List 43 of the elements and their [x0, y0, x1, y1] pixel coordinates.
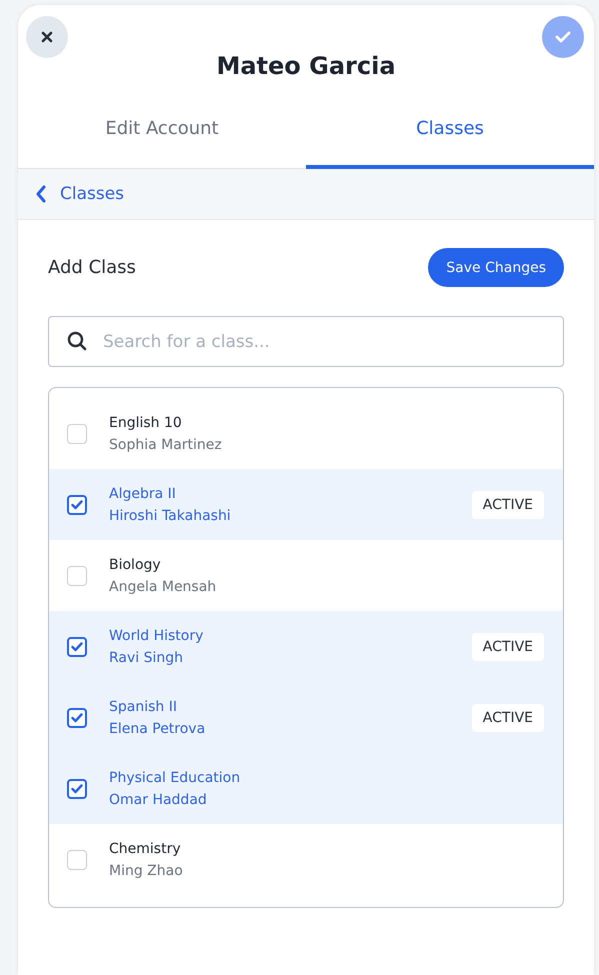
back-chevron-icon[interactable]	[35, 185, 46, 203]
checkmark-icon	[71, 642, 83, 652]
section-title: Add Class	[48, 257, 136, 278]
class-row[interactable]: Chemistry Ming Zhao	[49, 824, 563, 895]
class-row[interactable]: English 10 Sophia Martinez	[49, 398, 563, 469]
checkmark-icon	[71, 500, 83, 510]
close-icon	[41, 31, 53, 43]
back-link[interactable]: Classes	[60, 184, 124, 204]
class-name: Chemistry	[109, 840, 182, 856]
checkbox[interactable]	[67, 494, 87, 514]
class-name: Algebra II	[109, 486, 177, 502]
checkmark-icon	[71, 712, 83, 722]
teacher-name: Hiroshi Takahashi	[109, 508, 232, 524]
search-icon	[67, 331, 87, 351]
account-name-title: Mateo Garcia	[215, 52, 397, 80]
teacher-name: Ravi Singh	[109, 650, 184, 666]
class-name: Physical Education	[109, 770, 242, 786]
save-changes-button[interactable]: Save Changes	[428, 248, 564, 287]
teacher-name: Sophia Martinez	[109, 436, 223, 452]
checkmark-icon	[555, 31, 571, 43]
checkbox[interactable]	[67, 708, 87, 728]
teacher-name: Omar Haddad	[109, 792, 208, 808]
class-row[interactable]: Spanish II Elena Petrova ACTIVE	[49, 682, 563, 753]
status-badge: ACTIVE	[472, 704, 544, 732]
close-button[interactable]	[26, 16, 68, 58]
class-name: Spanish II	[109, 698, 178, 714]
class-row[interactable]: World History Ravi Singh ACTIVE	[49, 611, 563, 682]
teacher-name: Angela Mensah	[109, 578, 218, 594]
search-field[interactable]: Search for a class...	[48, 316, 564, 367]
checkmark-icon	[71, 784, 83, 794]
status-badge: ACTIVE	[472, 632, 544, 660]
checkbox[interactable]	[67, 778, 87, 798]
class-row[interactable]: Physical Education Omar Haddad	[49, 753, 563, 824]
teacher-name: Elena Petrova	[109, 720, 206, 736]
class-row[interactable]: Biology Angela Mensah	[49, 540, 563, 611]
class-name: Biology	[109, 556, 162, 572]
checkbox[interactable]	[67, 636, 87, 656]
class-name: World History	[109, 628, 204, 644]
class-name: English 10	[109, 414, 183, 430]
class-row[interactable]: Algebra II Hiroshi Takahashi ACTIVE	[49, 469, 563, 540]
teacher-name: Ming Zhao	[109, 862, 184, 878]
tab[interactable]: Edit Account	[18, 118, 306, 169]
status-badge: ACTIVE	[472, 490, 544, 518]
